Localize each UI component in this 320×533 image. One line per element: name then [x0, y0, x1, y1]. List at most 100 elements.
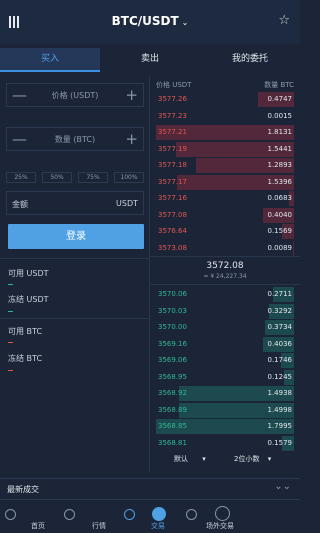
last-price: 3572.08 — [206, 261, 244, 271]
ask-quantity: 0.4040 — [267, 210, 293, 219]
bid-row[interactable]: 3568.92 1.4938 — [150, 386, 300, 401]
market-icon — [64, 509, 75, 520]
percent-100-button[interactable]: 100% — [114, 172, 144, 183]
bid-row[interactable]: 3568.95 0.1245 — [150, 369, 300, 385]
bid-price: 3568.95 — [158, 372, 187, 381]
depth-mode-value: 默认 — [174, 455, 188, 463]
amount-field[interactable]: 金额 USDT — [6, 191, 144, 215]
bid-row[interactable]: 3569.06 0.1746 — [150, 353, 300, 368]
bid-price: 3569.16 — [158, 339, 187, 348]
bid-price: 3568.81 — [158, 438, 187, 447]
nav-trade[interactable]: 交易 — [124, 503, 174, 533]
recent-trades-bar[interactable]: 最新成交 ⌄⌄ — [0, 478, 300, 500]
frozen-usdt-value — [8, 311, 13, 312]
expand-icon[interactable]: ⌄⌄ — [274, 481, 291, 492]
bid-quantity: 0.1245 — [267, 372, 293, 381]
frozen-btc-label: 冻结 BTC — [8, 354, 43, 363]
order-book-header: 价格 USDT 数量 BTC — [156, 80, 294, 90]
order-book-controls: 默认 ▾ 2位小数 ▾ — [150, 452, 300, 468]
decimals-select[interactable]: 2位小数 ▾ — [234, 454, 271, 464]
bid-quantity: 0.3734 — [267, 323, 293, 331]
frozen-usdt-label: 冻结 USDT — [8, 295, 49, 304]
amount-unit: USDT — [116, 199, 138, 208]
bid-quantity: 1.4938 — [267, 389, 293, 397]
trade-tabs: 买入 卖出 我的委托 — [0, 48, 300, 72]
ask-row[interactable]: 3577.17 1.5396 — [150, 174, 300, 190]
bid-row[interactable]: 3568.89 1.4998 — [150, 402, 300, 418]
nav-otc[interactable]: 场外交易 — [186, 503, 246, 533]
dropdown-arrow-icon: ▾ — [202, 455, 206, 463]
divider — [150, 256, 300, 257]
percent-25-button[interactable]: 25% — [6, 172, 36, 183]
qty-column-header: 数量 BTC — [264, 81, 294, 89]
bid-quantity: 0.1746 — [267, 356, 293, 364]
star-icon[interactable]: ☆ — [278, 13, 290, 28]
bid-quantity: 0.2711 — [267, 290, 293, 298]
ask-row[interactable]: 3577.18 1.2893 — [150, 158, 300, 173]
nav-home-label: 首页 — [31, 522, 45, 530]
bid-price: 3568.85 — [158, 422, 187, 430]
price-increment-button[interactable]: + — [125, 86, 138, 104]
price-column-header: 价格 USDT — [156, 81, 192, 89]
bid-row[interactable]: 3568.81 0.1579 — [150, 435, 300, 451]
ask-quantity: 1.5441 — [267, 144, 293, 153]
bid-quantity: 1.7995 — [267, 422, 293, 430]
ask-price: 3573.08 — [158, 243, 187, 252]
last-price-cny: ≈ ¥ 24,227.34 — [203, 273, 247, 280]
ask-row[interactable]: 3577.23 0.0015 — [150, 109, 300, 124]
depth-mode-select[interactable]: 默认 ▾ — [174, 454, 206, 464]
nav-otc-label: 场外交易 — [206, 522, 234, 530]
trade-icon — [152, 507, 166, 521]
login-button[interactable]: 登录 — [8, 224, 144, 249]
percent-50-button[interactable]: 50% — [42, 172, 72, 183]
price-placeholder: 价格 (USDT) — [51, 91, 99, 100]
available-usdt-label: 可用 USDT — [8, 269, 49, 278]
tab-sell[interactable]: 卖出 — [100, 48, 200, 72]
price-input[interactable]: — 价格 (USDT) + — [6, 83, 144, 107]
bottom-nav: 首页 行情 交易 场外交易 — [0, 503, 300, 533]
available-btc-value — [8, 342, 13, 343]
percent-75-button[interactable]: 75% — [78, 172, 108, 183]
ask-row[interactable]: 3573.08 0.0089 — [150, 240, 300, 256]
pair-title: BTC/USDT — [111, 14, 179, 28]
top-bar: BTC/USDT ⌄ ☆ — [0, 0, 300, 44]
ask-row[interactable]: 3577.19 1.5441 — [150, 141, 300, 157]
ask-quantity: 1.2893 — [267, 161, 293, 169]
ask-quantity: 0.0089 — [267, 243, 293, 252]
ask-price: 3577.17 — [158, 177, 187, 186]
bid-price: 3570.00 — [158, 323, 187, 331]
bid-row[interactable]: 3570.03 0.3292 — [150, 303, 300, 319]
nav-market-label: 行情 — [92, 522, 106, 530]
quantity-increment-button[interactable]: + — [125, 130, 138, 148]
pair-selector[interactable]: BTC/USDT ⌄ — [0, 14, 300, 28]
trade-radio-icon — [124, 509, 135, 520]
quantity-input[interactable]: — 数量 (BTC) + — [6, 127, 144, 151]
bid-price: 3570.06 — [158, 290, 187, 298]
bid-row[interactable]: 3570.00 0.3734 — [150, 320, 300, 335]
otc-radio-icon — [186, 509, 197, 520]
ask-quantity: 0.4747 — [267, 95, 293, 103]
ask-quantity: 1.5396 — [267, 177, 293, 186]
decimals-value: 2位小数 — [234, 455, 260, 463]
divider — [0, 318, 150, 319]
nav-home[interactable]: 首页 — [5, 503, 45, 533]
ask-row[interactable]: 3577.21 1.8131 — [150, 125, 300, 140]
bid-row[interactable]: 3570.06 0.2711 — [150, 287, 300, 302]
nav-market[interactable]: 行情 — [64, 503, 108, 533]
bid-quantity: 1.4998 — [267, 405, 293, 414]
ask-row[interactable]: 3577.16 0.0683 — [150, 191, 300, 206]
bid-row[interactable]: 3569.16 0.4036 — [150, 336, 300, 352]
tab-buy[interactable]: 买入 — [0, 48, 100, 72]
percent-selector: 25% 50% 75% 100% — [6, 172, 144, 184]
tab-my-orders[interactable]: 我的委托 — [200, 48, 300, 72]
bid-quantity: 0.1579 — [267, 438, 293, 447]
ask-row[interactable]: 3577.08 0.4040 — [150, 207, 300, 223]
ask-row[interactable]: 3577.26 0.4747 — [150, 92, 300, 107]
available-usdt-value — [8, 284, 13, 285]
ask-quantity: 0.1569 — [267, 227, 293, 235]
ask-price: 3576.64 — [158, 227, 187, 235]
ask-row[interactable]: 3576.64 0.1569 — [150, 224, 300, 239]
bid-row[interactable]: 3568.85 1.7995 — [150, 419, 300, 434]
bid-quantity: 0.4036 — [267, 339, 293, 348]
ask-price: 3577.21 — [158, 128, 187, 136]
